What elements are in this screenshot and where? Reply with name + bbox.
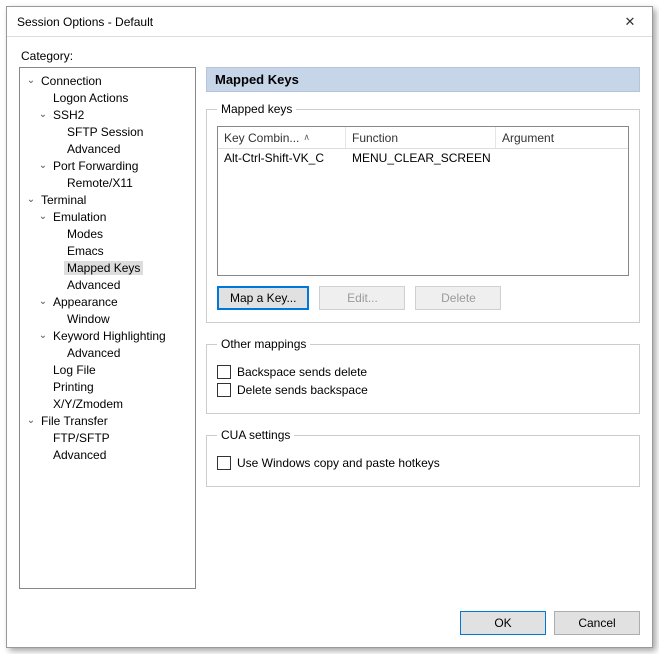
cell-func: MENU_CLEAR_SCREEN bbox=[346, 151, 496, 165]
category-label: Category: bbox=[21, 49, 640, 63]
tree-item-modes[interactable]: Modes bbox=[22, 225, 193, 242]
chevron-down-icon[interactable]: ⌄ bbox=[36, 109, 50, 120]
edit-button: Edit... bbox=[319, 286, 405, 310]
tree-item-ssh2[interactable]: ⌄SSH2 bbox=[22, 106, 193, 123]
sort-asc-icon: ∧ bbox=[303, 132, 310, 143]
tree-item-label: Terminal bbox=[38, 193, 89, 207]
tree-item-advanced[interactable]: Advanced bbox=[22, 140, 193, 157]
tree-item-label: Mapped Keys bbox=[64, 261, 143, 275]
checkbox-icon bbox=[217, 383, 231, 397]
tree-item-emacs[interactable]: Emacs bbox=[22, 242, 193, 259]
tree-item-label: FTP/SFTP bbox=[50, 431, 113, 445]
tree-item-advanced[interactable]: Advanced bbox=[22, 446, 193, 463]
tree-item-file-transfer[interactable]: ⌄File Transfer bbox=[22, 412, 193, 429]
tree-item-label: SFTP Session bbox=[64, 125, 146, 139]
titlebar: Session Options - Default ✕ bbox=[7, 7, 652, 37]
category-tree[interactable]: ⌄ConnectionLogon Actions⌄SSH2SFTP Sessio… bbox=[19, 67, 196, 589]
checkbox-icon bbox=[217, 456, 231, 470]
mapped-keys-legend: Mapped keys bbox=[217, 102, 296, 116]
mapped-keys-table[interactable]: Key Combin... ∧ Function Argument Alt-Ct… bbox=[217, 126, 629, 276]
tree-item-label: Appearance bbox=[50, 295, 121, 309]
tree-item-advanced[interactable]: Advanced bbox=[22, 276, 193, 293]
tree-item-terminal[interactable]: ⌄Terminal bbox=[22, 191, 193, 208]
dialog-footer: OK Cancel bbox=[7, 601, 652, 647]
tree-item-label: X/Y/Zmodem bbox=[50, 397, 126, 411]
tree-item-label: Connection bbox=[38, 74, 105, 88]
table-header: Key Combin... ∧ Function Argument bbox=[218, 127, 628, 149]
col-argument[interactable]: Argument bbox=[496, 127, 628, 148]
ok-button[interactable]: OK bbox=[460, 611, 546, 635]
tree-item-label: Advanced bbox=[64, 346, 123, 360]
other-mappings-group: Other mappings Backspace sends delete De… bbox=[206, 337, 640, 414]
tree-item-label: Modes bbox=[64, 227, 106, 241]
tree-item-remote-x11[interactable]: Remote/X11 bbox=[22, 174, 193, 191]
cua-settings-legend: CUA settings bbox=[217, 428, 294, 442]
tree-item-label: File Transfer bbox=[38, 414, 111, 428]
delete-sends-backspace-checkbox[interactable]: Delete sends backspace bbox=[217, 383, 629, 397]
window-title: Session Options - Default bbox=[17, 15, 608, 29]
tree-item-mapped-keys[interactable]: Mapped Keys bbox=[22, 259, 193, 276]
col-function[interactable]: Function bbox=[346, 127, 496, 148]
tree-item-log-file[interactable]: Log File bbox=[22, 361, 193, 378]
tree-item-label: Advanced bbox=[64, 142, 123, 156]
table-row[interactable]: Alt-Ctrl-Shift-VK_C MENU_CLEAR_SCREEN bbox=[218, 149, 628, 167]
delete-button: Delete bbox=[415, 286, 501, 310]
backspace-sends-delete-checkbox[interactable]: Backspace sends delete bbox=[217, 365, 629, 379]
tree-item-label: Emacs bbox=[64, 244, 107, 258]
chevron-down-icon[interactable]: ⌄ bbox=[36, 330, 50, 341]
col-key-combination[interactable]: Key Combin... ∧ bbox=[218, 127, 346, 148]
tree-item-label: Printing bbox=[50, 380, 97, 394]
tree-item-x-y-zmodem[interactable]: X/Y/Zmodem bbox=[22, 395, 193, 412]
tree-item-window[interactable]: Window bbox=[22, 310, 193, 327]
cancel-button[interactable]: Cancel bbox=[554, 611, 640, 635]
close-icon[interactable]: ✕ bbox=[608, 8, 652, 36]
tree-item-label: Advanced bbox=[50, 448, 109, 462]
windows-hotkeys-checkbox[interactable]: Use Windows copy and paste hotkeys bbox=[217, 456, 629, 470]
chevron-down-icon[interactable]: ⌄ bbox=[24, 75, 38, 86]
tree-item-keyword-highlighting[interactable]: ⌄Keyword Highlighting bbox=[22, 327, 193, 344]
chevron-down-icon[interactable]: ⌄ bbox=[24, 194, 38, 205]
tree-item-label: Advanced bbox=[64, 278, 123, 292]
tree-item-label: Log File bbox=[50, 363, 99, 377]
tree-item-label: SSH2 bbox=[50, 108, 87, 122]
checkbox-icon bbox=[217, 365, 231, 379]
tree-item-label: Emulation bbox=[50, 210, 109, 224]
chevron-down-icon[interactable]: ⌄ bbox=[36, 211, 50, 222]
section-title: Mapped Keys bbox=[206, 67, 640, 92]
tree-item-label: Remote/X11 bbox=[64, 176, 136, 190]
cell-combo: Alt-Ctrl-Shift-VK_C bbox=[218, 151, 346, 165]
chevron-down-icon[interactable]: ⌄ bbox=[36, 296, 50, 307]
tree-item-label: Port Forwarding bbox=[50, 159, 141, 173]
chevron-down-icon[interactable]: ⌄ bbox=[24, 415, 38, 426]
tree-item-appearance[interactable]: ⌄Appearance bbox=[22, 293, 193, 310]
cua-settings-group: CUA settings Use Windows copy and paste … bbox=[206, 428, 640, 487]
tree-item-label: Window bbox=[64, 312, 113, 326]
map-a-key-button[interactable]: Map a Key... bbox=[217, 286, 309, 310]
tree-item-label: Keyword Highlighting bbox=[50, 329, 169, 343]
tree-item-label: Logon Actions bbox=[50, 91, 131, 105]
tree-item-ftp-sftp[interactable]: FTP/SFTP bbox=[22, 429, 193, 446]
tree-item-emulation[interactable]: ⌄Emulation bbox=[22, 208, 193, 225]
tree-item-logon-actions[interactable]: Logon Actions bbox=[22, 89, 193, 106]
chevron-down-icon[interactable]: ⌄ bbox=[36, 160, 50, 171]
tree-item-port-forwarding[interactable]: ⌄Port Forwarding bbox=[22, 157, 193, 174]
tree-item-connection[interactable]: ⌄Connection bbox=[22, 72, 193, 89]
other-mappings-legend: Other mappings bbox=[217, 337, 310, 351]
mapped-keys-group: Mapped keys Key Combin... ∧ Function Arg… bbox=[206, 102, 640, 323]
tree-item-advanced[interactable]: Advanced bbox=[22, 344, 193, 361]
tree-item-printing[interactable]: Printing bbox=[22, 378, 193, 395]
session-options-dialog: Session Options - Default ✕ Category: ⌄C… bbox=[6, 6, 653, 648]
tree-item-sftp-session[interactable]: SFTP Session bbox=[22, 123, 193, 140]
